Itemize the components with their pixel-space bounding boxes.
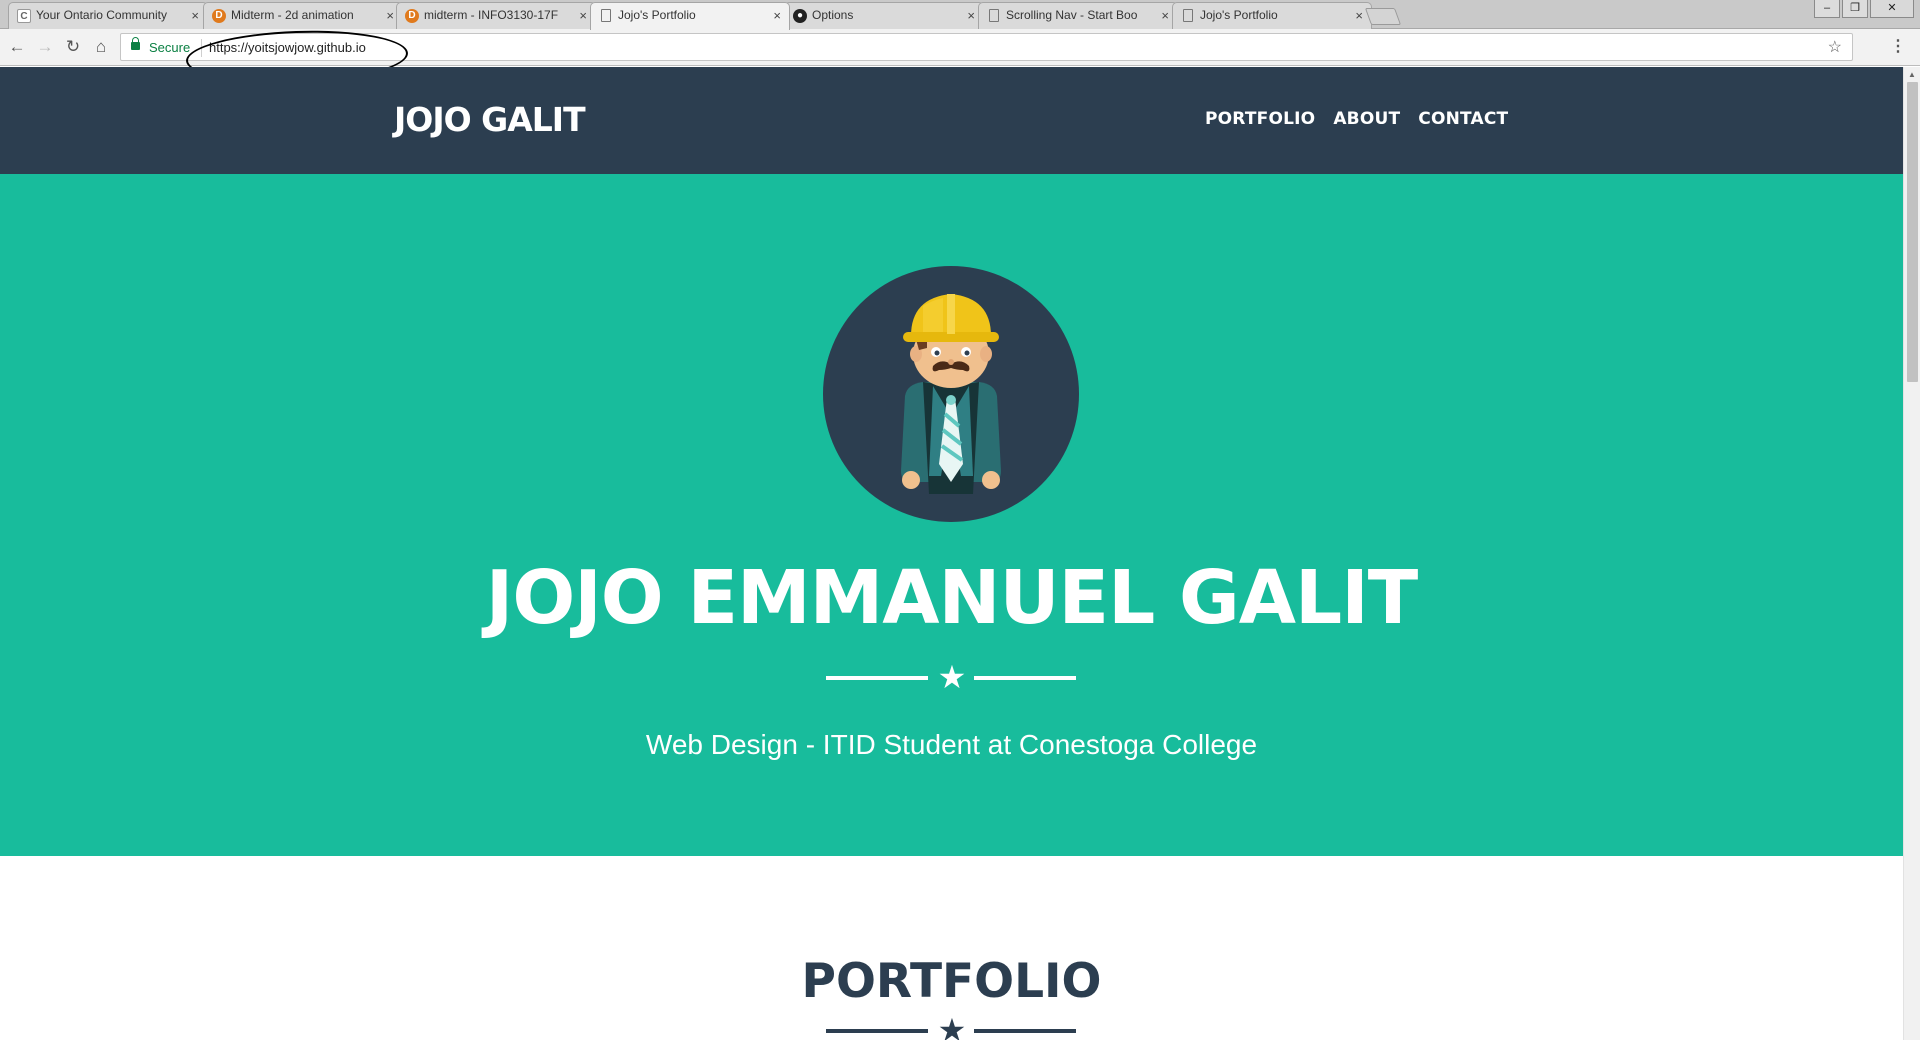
home-icon[interactable]: ⌂ bbox=[90, 36, 112, 58]
tab-label: Your Ontario Community bbox=[36, 8, 167, 22]
tab-jojos-portfolio-active[interactable]: Jojo's Portfolio × bbox=[590, 2, 790, 30]
nav-link-portfolio[interactable]: PORTFOLIO bbox=[1205, 109, 1315, 129]
portfolio-star-divider: ★ bbox=[826, 1013, 1076, 1040]
github-icon: ● bbox=[793, 9, 807, 23]
star-icon: ★ bbox=[937, 1012, 967, 1040]
kebab-menu-icon[interactable]: ⋮ bbox=[1890, 36, 1906, 56]
divider-line bbox=[826, 676, 928, 680]
web-page: JOJO GALIT PORTFOLIO ABOUT CONTACT JOJO … bbox=[0, 67, 1903, 1040]
window-controls: – ❐ ✕ bbox=[1814, 0, 1914, 18]
page-icon bbox=[989, 9, 999, 22]
portfolio-heading: PORTFOLIO bbox=[801, 954, 1102, 1009]
site-navbar: JOJO GALIT PORTFOLIO ABOUT CONTACT bbox=[0, 67, 1903, 174]
tab-close-icon[interactable]: × bbox=[773, 3, 781, 28]
reload-icon[interactable]: ↻ bbox=[62, 36, 84, 58]
hero-subtitle: Web Design - ITID Student at Conestoga C… bbox=[645, 729, 1258, 760]
restore-button[interactable]: ❐ bbox=[1842, 0, 1868, 18]
forward-arrow-icon[interactable]: → bbox=[34, 36, 56, 58]
page-icon bbox=[1183, 9, 1193, 22]
back-arrow-icon[interactable]: ← bbox=[6, 36, 28, 58]
tab-close-icon[interactable]: × bbox=[191, 3, 199, 28]
tab-label: Options bbox=[812, 8, 854, 22]
tab-label: midterm - INFO3130-17F bbox=[424, 8, 559, 22]
hero-title: JOJO EMMANUEL GALIT bbox=[485, 555, 1418, 641]
tab-close-icon[interactable]: × bbox=[1161, 3, 1169, 28]
scroll-up-arrow-icon[interactable]: ▲ bbox=[1908, 70, 1916, 79]
new-tab-button[interactable] bbox=[1364, 8, 1402, 25]
tab-close-icon[interactable]: × bbox=[579, 3, 587, 28]
tab-midterm-info3130[interactable]: D midterm - INFO3130-17F × bbox=[396, 2, 596, 29]
tab-jojos-portfolio[interactable]: Jojo's Portfolio × bbox=[1172, 2, 1372, 29]
nav-link-contact[interactable]: CONTACT bbox=[1418, 109, 1508, 129]
tab-label: Scrolling Nav - Start Boo bbox=[1006, 8, 1138, 22]
d2l-icon: D bbox=[405, 9, 419, 23]
tab-label: Jojo's Portfolio bbox=[618, 8, 696, 22]
tab-label: Midterm - 2d animation bbox=[231, 8, 354, 22]
construction-worker-avatar-icon bbox=[823, 266, 1079, 522]
tab-close-icon[interactable]: × bbox=[967, 3, 975, 28]
divider-line bbox=[974, 1029, 1076, 1033]
divider-line bbox=[826, 1029, 928, 1033]
tab-label: Jojo's Portfolio bbox=[1200, 8, 1278, 22]
browser-tab-strip: C Your Ontario Community × D Midterm - 2… bbox=[0, 0, 1920, 30]
c-icon: C bbox=[17, 9, 31, 23]
bookmark-star-icon[interactable]: ☆ bbox=[1828, 37, 1842, 57]
minimize-button[interactable]: – bbox=[1814, 0, 1840, 18]
tab-your-ontario-community[interactable]: C Your Ontario Community × bbox=[8, 2, 208, 29]
hero-section: JOJO EMMANUEL GALIT ★ Web Design - ITID … bbox=[0, 174, 1903, 856]
tab-close-icon[interactable]: × bbox=[386, 3, 394, 28]
divider-line bbox=[974, 676, 1076, 680]
tab-midterm-2d-animation[interactable]: D Midterm - 2d animation × bbox=[203, 2, 403, 29]
hero-star-divider: ★ bbox=[826, 660, 1076, 694]
lock-icon bbox=[131, 37, 140, 50]
nav-link-about[interactable]: ABOUT bbox=[1333, 109, 1400, 129]
star-icon: ★ bbox=[937, 659, 967, 695]
window-close-button[interactable]: ✕ bbox=[1870, 0, 1914, 18]
d2l-icon: D bbox=[212, 9, 226, 23]
tab-scrolling-nav[interactable]: Scrolling Nav - Start Boo × bbox=[978, 2, 1178, 29]
page-scrollbar[interactable]: ▲ bbox=[1903, 67, 1920, 1040]
page-icon bbox=[601, 9, 611, 22]
avatar bbox=[823, 266, 1079, 522]
tab-close-icon[interactable]: × bbox=[1355, 3, 1363, 28]
scrollbar-thumb[interactable] bbox=[1907, 82, 1918, 382]
site-brand[interactable]: JOJO GALIT bbox=[394, 100, 586, 139]
site-nav-links: PORTFOLIO ABOUT CONTACT bbox=[1205, 109, 1508, 129]
tab-options[interactable]: ● Options × bbox=[784, 2, 984, 29]
security-label: Secure bbox=[149, 40, 191, 55]
